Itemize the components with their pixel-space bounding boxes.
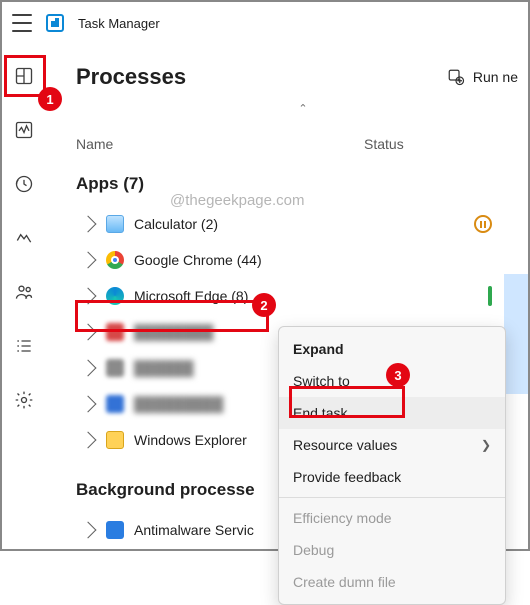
expand-chevron-icon[interactable] [80,522,97,539]
chrome-icon [106,251,124,269]
page-title: Processes [76,64,186,90]
context-menu: Expand Switch to End task Resource value… [278,326,506,605]
cm-efficiency-mode: Efficiency mode [279,502,505,534]
expand-chevron-icon[interactable] [80,288,97,305]
expand-chevron-icon[interactable] [80,252,97,269]
expand-chevron-icon[interactable] [80,216,97,233]
titlebar: Task Manager [0,0,530,46]
nav-settings[interactable] [12,388,36,412]
expand-chevron-icon[interactable] [80,324,97,341]
process-row-calculator[interactable]: Calculator (2) [76,206,530,242]
sort-indicator[interactable]: ⌃ [76,102,530,122]
expand-chevron-icon[interactable] [80,360,97,377]
column-name[interactable]: Name [76,136,356,152]
column-status[interactable]: Status [356,136,530,152]
edge-icon [106,287,124,305]
process-name: ████████ [134,324,213,340]
cm-label: Resource values [293,437,397,453]
run-new-icon [447,68,465,86]
nav-processes[interactable] [12,64,36,88]
process-name: Calculator (2) [134,216,218,232]
process-name: Antimalware Servic [134,522,254,538]
explorer-icon [106,431,124,449]
nav-app-history[interactable] [12,172,36,196]
process-name: Microsoft Edge (8) [134,288,248,304]
cm-provide-feedback[interactable]: Provide feedback [279,461,505,493]
cm-expand[interactable]: Expand [279,333,505,365]
run-new-label: Run ne [473,69,518,85]
cm-create-dump: Create dumn file [279,566,505,598]
blurred-icon [106,323,124,341]
nav-startup[interactable] [12,226,36,250]
pause-icon [474,215,492,233]
process-name: Google Chrome (44) [134,252,262,268]
run-new-task-button[interactable]: Run ne [447,68,518,86]
process-name: ██████ [134,360,194,376]
status-efficiency [488,288,492,304]
sidebar [0,46,48,551]
nav-performance[interactable] [12,118,36,142]
nav-details[interactable] [12,334,36,358]
expand-chevron-icon[interactable] [80,396,97,413]
status-paused [474,215,492,233]
blurred-icon [106,359,124,377]
hamburger-menu[interactable] [12,14,32,32]
app-icon [46,14,64,32]
column-headers: Name Status [76,122,530,162]
cm-end-task[interactable]: End task [279,397,505,429]
shield-icon [106,521,124,539]
cm-debug: Debug [279,534,505,566]
expand-chevron-icon[interactable] [80,432,97,449]
process-row-edge[interactable]: Microsoft Edge (8) [76,278,530,314]
section-apps: Apps (7) [76,174,530,194]
nav-users[interactable] [12,280,36,304]
submenu-arrow-icon: ❯ [481,438,491,452]
process-name: █████████ [134,396,223,412]
cm-switch-to[interactable]: Switch to [279,365,505,397]
cm-separator [279,497,505,498]
process-row-chrome[interactable]: Google Chrome (44) [76,242,530,278]
calculator-icon [106,215,124,233]
cm-resource-values[interactable]: Resource values ❯ [279,429,505,461]
leaf-icon [488,286,492,306]
blurred-icon [106,395,124,413]
process-name: Windows Explorer [134,432,247,448]
app-title: Task Manager [78,16,160,31]
